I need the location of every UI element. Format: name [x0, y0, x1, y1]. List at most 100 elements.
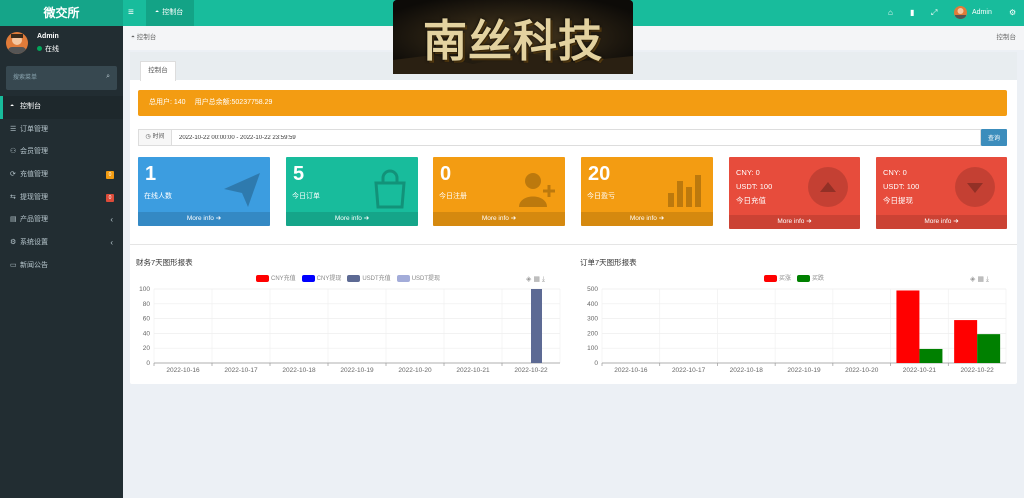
- sidebar: Admin 在线 ⌕ ◓控制台☰订单管理⚇会员管理⟳充值管理0⇆提现管理0▤产品…: [0, 26, 123, 498]
- dashboard-icon: ◓: [155, 9, 160, 16]
- x-tick-label: 2022-10-18: [730, 367, 764, 374]
- x-tick-label: 2022-10-21: [456, 367, 490, 374]
- x-tick-label: 2022-10-19: [787, 367, 821, 374]
- online-status: 在线: [37, 44, 59, 54]
- y-tick-label: 80: [143, 301, 151, 308]
- count-badge: 0: [106, 193, 114, 202]
- total-users: 总用户: 140: [149, 99, 186, 106]
- bar[interactable]: [896, 290, 920, 363]
- arrow-down-circle-icon: [955, 167, 995, 207]
- stat-online: 1 在线人数 More info ➔: [138, 157, 270, 226]
- sidebar-item-2[interactable]: ⚇ 会员管理: [0, 141, 123, 164]
- y-tick-label: 400: [587, 301, 598, 308]
- home-icon[interactable]: ⌂: [888, 7, 893, 19]
- bar-chart-icon: [668, 175, 701, 207]
- stat-value: 20: [588, 163, 611, 185]
- sidebar-item-label: 充值管理: [20, 171, 48, 179]
- list-icon: ☰: [10, 125, 17, 133]
- bar[interactable]: [954, 320, 978, 363]
- stat-label: 今日盈亏: [587, 193, 615, 200]
- more-info-link[interactable]: More info ➔: [433, 212, 565, 226]
- stat-cny: CNY: 0: [883, 168, 907, 177]
- stat-recharge: CNY: 0 USDT: 100 今日充值 More info ➔: [729, 157, 860, 229]
- stat-label: 今日注册: [439, 193, 467, 200]
- breadcrumb-home[interactable]: 控制台: [137, 34, 157, 41]
- x-tick-label: 2022-10-16: [614, 367, 648, 374]
- stat-label: 今日提现: [883, 196, 913, 205]
- stat-cny: CNY: 0: [736, 168, 760, 177]
- x-tick-label: 2022-10-22: [514, 367, 548, 374]
- more-info-link[interactable]: More info ➔: [138, 212, 270, 226]
- tab-dashboard[interactable]: 控制台: [140, 61, 176, 81]
- y-tick-label: 0: [594, 360, 598, 367]
- sidebar-item-1[interactable]: ☰ 订单管理: [0, 119, 123, 142]
- more-info-link[interactable]: More info ➔: [876, 215, 1007, 229]
- top-tab-label: 控制台: [162, 9, 184, 16]
- y-tick-label: 20: [143, 345, 151, 352]
- user-add-icon: [519, 173, 555, 207]
- more-info-link[interactable]: More info ➔: [581, 212, 713, 226]
- chevron-left-icon: ‹: [110, 238, 113, 248]
- menu-toggle-icon[interactable]: ≡: [128, 6, 134, 20]
- more-info-link[interactable]: More info ➔: [286, 212, 418, 226]
- logo-watermark: 南丝科技: [393, 0, 633, 74]
- date-label: 时间: [152, 134, 165, 140]
- count-badge: 0: [106, 171, 114, 180]
- stat-label: 今日订单: [292, 193, 320, 200]
- top-tab-dashboard[interactable]: ◓ 控制台: [146, 0, 194, 26]
- summary-alert: 总用户: 140 用户总余额:50237758.29: [138, 90, 1007, 116]
- y-tick-label: 0: [146, 360, 150, 367]
- sidebar-item-label: 新闻公告: [20, 261, 48, 269]
- trash-icon[interactable]: ▮: [910, 7, 914, 19]
- more-info-link[interactable]: More info ➔: [729, 215, 860, 229]
- date-range-input[interactable]: [172, 129, 981, 146]
- search-icon[interactable]: ⌕: [106, 73, 110, 81]
- breadcrumb-current: 控制台: [996, 34, 1017, 41]
- withdraw-icon: ⇆: [10, 193, 16, 201]
- avatar[interactable]: [954, 6, 967, 19]
- fullscreen-icon[interactable]: ⤢: [931, 7, 937, 19]
- paper-plane-icon: [224, 173, 260, 207]
- brand-logo[interactable]: 微交所: [0, 0, 123, 26]
- sidebar-item-7[interactable]: ▭ 新闻公告: [0, 255, 123, 278]
- main-panel: 控制台 总用户: 140 用户总余额:50237758.29 ◷ 时间 查询 1 …: [130, 52, 1017, 384]
- total-balance: 用户总余额:50237758.29: [194, 99, 273, 106]
- x-tick-label: 2022-10-19: [340, 367, 374, 374]
- chart-title: 订单7天图形报表: [580, 258, 637, 267]
- x-tick-label: 2022-10-16: [166, 367, 200, 374]
- sidebar-item-0[interactable]: ◓ 控制台: [0, 96, 123, 119]
- product-icon: ▤: [10, 216, 17, 224]
- sidebar-item-5[interactable]: ▤ 产品管理 ‹: [0, 209, 123, 232]
- chevron-left-icon: ‹: [110, 215, 113, 225]
- online-dot-icon: [37, 46, 42, 51]
- stat-label: 今日充值: [736, 196, 766, 205]
- settings-icon[interactable]: ⚙: [1009, 7, 1016, 19]
- x-tick-label: 2022-10-21: [903, 367, 937, 374]
- bar[interactable]: [531, 289, 542, 363]
- top-username[interactable]: Admin: [972, 0, 992, 26]
- bar[interactable]: [977, 334, 1001, 363]
- sidebar-menu: ◓ 控制台 ☰ 订单管理 ⚇ 会员管理 ⟳ 充值管理 0 ⇆ 提现管理 0 ▤ 产品管理 ‹ ⚙ 系统设置 ‹ ▭ 新…: [0, 96, 123, 278]
- search-input[interactable]: [6, 66, 117, 90]
- online-status-text: 在线: [45, 46, 59, 53]
- x-tick-label: 2022-10-17: [672, 367, 706, 374]
- query-button[interactable]: 查询: [981, 129, 1007, 146]
- sidebar-item-label: 控制台: [20, 103, 41, 110]
- y-tick-label: 60: [143, 316, 151, 323]
- users-icon: ⚇: [10, 148, 17, 156]
- sidebar-item-6[interactable]: ⚙ 系统设置 ‹: [0, 232, 123, 255]
- sidebar-item-4[interactable]: ⇆ 提现管理 0: [0, 187, 123, 210]
- date-filter: ◷ 时间 查询: [138, 129, 1016, 146]
- user-panel: Admin 在线: [0, 26, 123, 66]
- x-tick-label: 2022-10-17: [224, 367, 258, 374]
- dashboard-icon: ◓: [10, 103, 15, 110]
- sidebar-item-3[interactable]: ⟳ 充值管理 0: [0, 164, 123, 187]
- sidebar-item-label: 产品管理: [20, 216, 48, 224]
- x-tick-label: 2022-10-18: [282, 367, 316, 374]
- stat-value: 5: [293, 163, 305, 185]
- sidebar-item-label: 会员管理: [20, 148, 48, 156]
- logo-text: 南丝科技: [423, 16, 603, 67]
- bar[interactable]: [919, 348, 943, 363]
- stat-orders: 5 今日订单 More info ➔: [286, 157, 418, 226]
- y-tick-label: 100: [587, 345, 598, 352]
